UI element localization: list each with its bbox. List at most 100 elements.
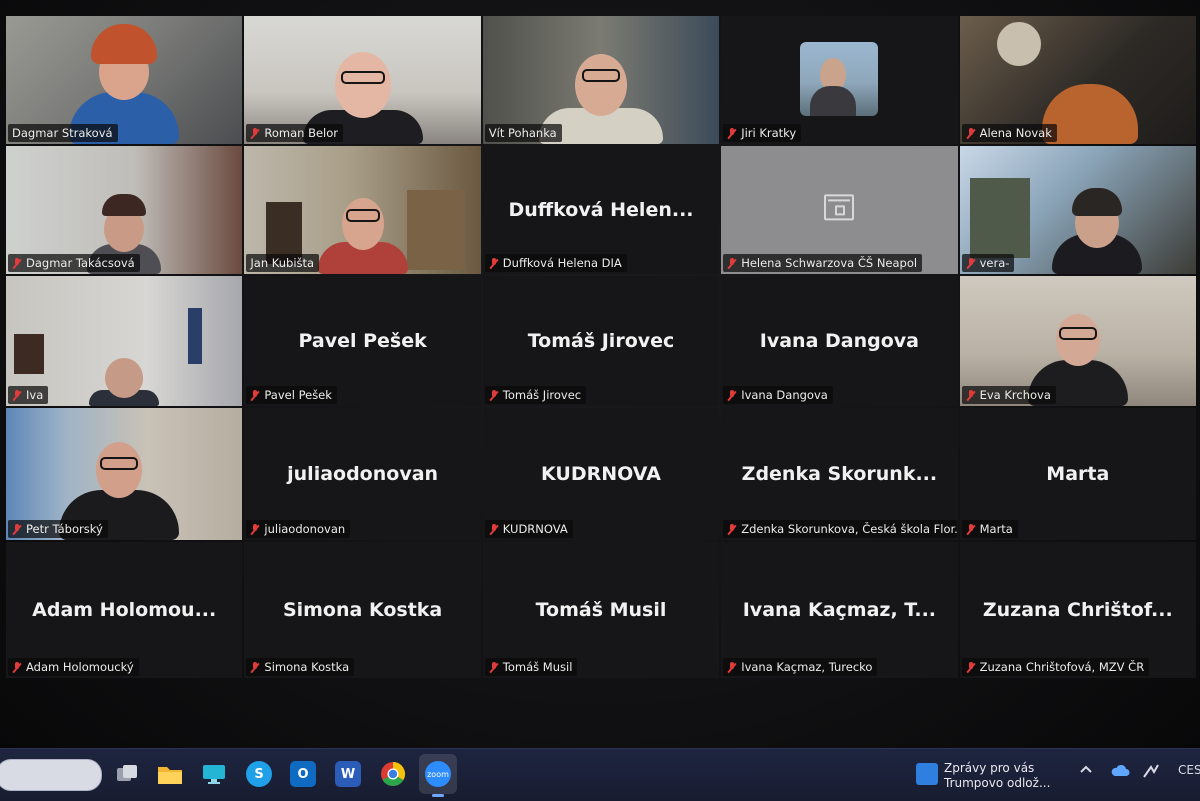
muted-mic-icon [966, 127, 976, 139]
participant-tile[interactable]: Duffková Helen... Duffková Helena DIA [482, 146, 720, 274]
participant-tile[interactable]: Jiri Kratky [721, 16, 958, 144]
participant-tile[interactable]: Ivana Dangova Ivana Dangova [721, 276, 958, 406]
participant-tile[interactable]: juliaodonovan juliaodonovan [244, 408, 481, 540]
participant-tile[interactable]: Alena Novak [959, 16, 1196, 144]
muted-mic-icon [966, 389, 976, 401]
participant-name-label: Jan Kubišta [246, 254, 320, 272]
muted-mic-icon [727, 661, 737, 673]
muted-mic-icon [489, 257, 499, 269]
muted-mic-icon [250, 127, 260, 139]
participant-name-label: Iva [8, 386, 49, 404]
participant-name-label: Roman Belor [246, 124, 344, 142]
participant-display-name: Pavel Pešek [298, 330, 427, 352]
taskbar-search-box[interactable] [0, 759, 102, 791]
muted-mic-icon [727, 523, 737, 535]
task-view-icon[interactable] [114, 761, 140, 787]
participant-name-label: Duffková Helena DIA [484, 254, 627, 272]
participant-tile[interactable]: Marta Marta [959, 408, 1196, 540]
participant-name-label: Simona Kostka [246, 658, 355, 676]
outlook-icon[interactable]: O [290, 761, 316, 787]
participant-tile[interactable]: Pavel Pešek Pavel Pešek [244, 276, 481, 406]
participant-name-label: Adam Holomoucký [8, 658, 139, 676]
muted-mic-icon [12, 661, 22, 673]
muted-mic-icon [489, 661, 499, 673]
zoom-icon[interactable]: zoom [425, 761, 451, 787]
participant-display-name: Adam Holomou... [32, 599, 217, 621]
participant-tile[interactable]: Dagmar Straková [6, 16, 243, 144]
news-widget-icon[interactable] [916, 763, 938, 785]
participant-display-name: Zdenka Skorunk... [741, 463, 938, 485]
participant-name-label: Tomáš Musil [484, 658, 578, 676]
participant-display-name: Zuzana Chrištof... [982, 599, 1173, 621]
participant-display-name: juliaodonovan [287, 463, 439, 485]
participant-name-label: Eva Krchova [961, 386, 1056, 404]
participant-tile[interactable]: Roman Belor [244, 16, 481, 144]
muted-mic-icon [489, 523, 499, 535]
participant-name-label: Dagmar Straková [8, 124, 118, 142]
participant-name-label: Tomáš Jirovec [484, 386, 587, 404]
muted-mic-icon [12, 257, 22, 269]
participant-profile-photo [800, 42, 879, 116]
muted-mic-icon [250, 661, 260, 673]
participant-name-label: juliaodonovan [246, 520, 351, 538]
participant-display-name: KUDRNOVA [541, 463, 661, 485]
news-widget[interactable]: Zprávy pro vás Trumpovo odlož... [944, 761, 1050, 791]
participant-tile[interactable]: Helena Schwarzova ČŠ Neapol [721, 146, 958, 274]
muted-mic-icon [966, 523, 976, 535]
muted-mic-icon [489, 389, 499, 401]
participant-tile[interactable]: Dagmar Takácsová [6, 146, 243, 274]
muted-mic-icon [12, 523, 22, 535]
skype-icon[interactable]: S [246, 761, 272, 787]
participant-tile[interactable]: KUDRNOVA KUDRNOVA [482, 408, 720, 540]
muted-mic-icon [12, 389, 22, 401]
participant-tile[interactable]: Petr Táborský [6, 408, 243, 540]
participant-tile[interactable]: Vít Pohanka [482, 16, 720, 144]
participant-tile[interactable]: vera- [959, 146, 1196, 274]
participant-tile[interactable]: Ivana Kaçmaz, T... Ivana Kaçmaz, Turecko [721, 542, 958, 678]
participant-name-label: Petr Táborský [8, 520, 108, 538]
muted-mic-icon [727, 257, 737, 269]
participant-display-name: Ivana Dangova [759, 330, 919, 352]
input-language-indicator[interactable]: CES [1178, 763, 1200, 777]
participant-display-name: Duffková Helen... [508, 199, 694, 221]
file-explorer-icon[interactable] [157, 761, 183, 787]
monitor-icon[interactable] [201, 761, 227, 787]
participant-name-label: Ivana Dangova [723, 386, 833, 404]
participant-display-name: Ivana Kaçmaz, T... [742, 599, 937, 621]
participant-display-name: Tomáš Musil [535, 599, 667, 621]
muted-mic-icon [250, 523, 260, 535]
participant-tile-active-speaker[interactable]: Jan Kubišta [244, 146, 481, 274]
active-app-indicator [432, 794, 444, 797]
participant-name-label: Dagmar Takácsová [8, 254, 140, 272]
participant-tile[interactable]: Adam Holomou... Adam Holomoucký [6, 542, 243, 678]
screen: Dagmar Straková Roman Belor Vít Pohanka [0, 0, 1200, 800]
participant-name-label: vera- [961, 254, 1015, 272]
muted-mic-icon [727, 127, 737, 139]
muted-mic-icon [966, 661, 976, 673]
participant-tile[interactable]: Zuzana Chrištof... Zuzana Chrištofová, M… [959, 542, 1196, 678]
participant-name-label: Jiri Kratky [723, 124, 802, 142]
participant-name-label: Zdenka Skorunkova, Česká škola Flor... [723, 520, 957, 538]
participant-tile[interactable]: Iva [6, 276, 243, 406]
participant-name-label: Alena Novak [961, 124, 1057, 142]
news-widget-headline: Trumpovo odlož... [944, 776, 1051, 790]
participant-name-label: Vít Pohanka [484, 124, 562, 142]
participant-name-label: KUDRNOVA [484, 520, 573, 538]
network-icon[interactable] [1142, 763, 1162, 783]
onedrive-cloud-icon[interactable] [1110, 763, 1130, 781]
participant-tile[interactable]: Eva Krchova [959, 276, 1196, 406]
chrome-icon[interactable] [380, 761, 406, 787]
participant-name-label: Ivana Kaçmaz, Turecko [723, 658, 878, 676]
secure-window-icon [824, 194, 855, 221]
participant-name-label: Pavel Pešek [246, 386, 337, 404]
participant-tile[interactable]: Simona Kostka Simona Kostka [244, 542, 481, 678]
chevron-up-icon[interactable] [1080, 763, 1092, 778]
word-icon[interactable]: W [335, 761, 361, 787]
taskbar: S O W zoom Zprávy pro vás Trumpovo odlož… [0, 748, 1200, 801]
participant-tile[interactable]: Tomáš Musil Tomáš Musil [482, 542, 720, 678]
participant-name-label: Zuzana Chrištofová, MZV ČR [961, 658, 1150, 676]
participant-tile[interactable]: Zdenka Skorunk... Zdenka Skorunkova, Čes… [721, 408, 958, 540]
participant-name-label: Marta [961, 520, 1018, 538]
participant-tile[interactable]: Tomáš Jirovec Tomáš Jirovec [482, 276, 720, 406]
participant-display-name: Marta [1046, 463, 1110, 485]
